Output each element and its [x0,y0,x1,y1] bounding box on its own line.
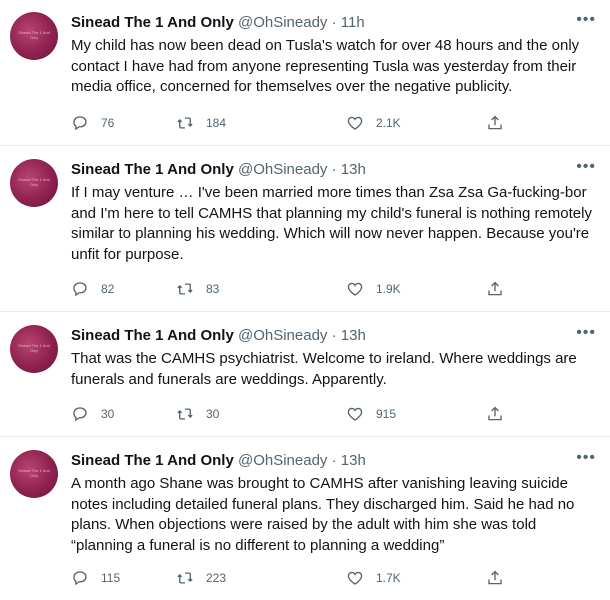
tweet[interactable]: Sinead The 1 And Only Sinead The 1 And O… [0,438,610,600]
avatar-text: Sinead The 1 And Only [18,30,50,40]
retweet-icon [177,117,193,129]
tweet[interactable]: Sinead The 1 And Only Sinead The 1 And O… [0,313,610,437]
reply-count: 115 [101,571,121,585]
tweet-header: Sinead The 1 And Only @OhSineady · 13h [71,326,366,346]
user-handle[interactable]: @OhSineady [238,161,327,178]
tweet-actions: 82 83 1.9K [71,279,531,299]
heart-icon [347,571,363,585]
tweet-header: Sinead The 1 And Only @OhSineady · 13h [71,451,366,471]
tweet-text: My child has now been dead on Tusla's wa… [71,37,580,95]
heart-icon [347,116,363,130]
retweet-button[interactable]: 83 [176,279,219,299]
reply-count: 82 [101,282,115,296]
share-icon [488,570,502,585]
like-button[interactable]: 1.9K [346,279,401,299]
user-handle[interactable]: @OhSineady [238,14,327,31]
timestamp[interactable]: 13h [341,327,366,344]
reply-button[interactable]: 76 [71,113,114,133]
like-button[interactable]: 2.1K [346,113,401,133]
reply-icon [73,282,87,297]
share-icon [488,281,502,296]
timestamp[interactable]: 13h [341,161,366,178]
reply-button[interactable]: 82 [71,279,114,299]
heart-icon [347,407,363,421]
separator: · [331,327,337,344]
user-handle[interactable]: @OhSineady [238,327,327,344]
retweet-icon [177,572,193,584]
retweet-count: 30 [206,407,220,421]
display-name[interactable]: Sinead The 1 And Only [71,327,234,344]
tweet-text: If I may venture … I've been married mor… [71,184,592,263]
avatar[interactable]: Sinead The 1 And Only [10,159,58,207]
more-options-icon[interactable]: ••• [576,449,596,467]
retweet-count: 184 [206,116,227,130]
avatar-text: Sinead The 1 And Only [18,177,50,187]
reply-icon [73,116,87,131]
tweet-text: That was the CAMHS psychiatrist. Welcome… [71,350,577,388]
share-button[interactable] [486,279,504,299]
retweet-icon [177,283,193,295]
more-options-icon[interactable]: ••• [576,158,596,176]
display-name[interactable]: Sinead The 1 And Only [71,161,234,178]
avatar-text: Sinead The 1 And Only [18,468,50,478]
reply-icon [73,571,87,586]
avatar-text: Sinead The 1 And Only [18,343,50,353]
like-count: 1.9K [376,282,401,296]
avatar[interactable]: Sinead The 1 And Only [10,12,58,60]
tweet-feed: Sinead The 1 And Only Sinead The 1 And O… [0,0,610,600]
reply-button[interactable]: 30 [71,404,114,424]
like-button[interactable]: 1.7K [346,568,401,588]
timestamp[interactable]: 11h [341,14,365,31]
reply-button[interactable]: 115 [71,568,120,588]
tweet-header: Sinead The 1 And Only @OhSineady · 13h [71,160,366,180]
avatar[interactable]: Sinead The 1 And Only [10,325,58,373]
share-button[interactable] [486,113,504,133]
tweet-text: A month ago Shane was brought to CAMHS a… [71,475,575,554]
retweet-button[interactable]: 30 [176,404,219,424]
more-options-icon[interactable]: ••• [576,11,596,29]
reply-count: 30 [101,407,115,421]
tweet[interactable]: Sinead The 1 And Only Sinead The 1 And O… [0,147,610,312]
user-handle[interactable]: @OhSineady [238,452,327,469]
separator: · [331,14,337,31]
timestamp[interactable]: 13h [341,452,366,469]
display-name[interactable]: Sinead The 1 And Only [71,14,234,31]
share-icon [488,115,502,130]
reply-icon [73,407,87,422]
share-button[interactable] [486,568,504,588]
like-count: 915 [376,407,397,421]
avatar[interactable]: Sinead The 1 And Only [10,450,58,498]
heart-icon [347,282,363,296]
like-button[interactable]: 915 [346,404,396,424]
retweet-button[interactable]: 184 [176,113,226,133]
tweet-actions: 115 223 1.7K [71,568,531,588]
display-name[interactable]: Sinead The 1 And Only [71,452,234,469]
more-options-icon[interactable]: ••• [576,324,596,342]
like-count: 1.7K [376,571,401,585]
retweet-count: 223 [206,571,227,585]
reply-count: 76 [101,116,115,130]
retweet-button[interactable]: 223 [176,568,226,588]
separator: · [331,452,337,469]
tweet-actions: 30 30 915 [71,404,531,424]
share-icon [488,406,502,421]
tweet[interactable]: Sinead The 1 And Only Sinead The 1 And O… [0,0,610,146]
like-count: 2.1K [376,116,401,130]
share-button[interactable] [486,404,504,424]
tweet-actions: 76 184 2.1K [71,113,531,133]
tweet-header: Sinead The 1 And Only @OhSineady · 11h [71,13,365,33]
retweet-count: 83 [206,282,220,296]
retweet-icon [177,408,193,420]
separator: · [331,161,337,178]
